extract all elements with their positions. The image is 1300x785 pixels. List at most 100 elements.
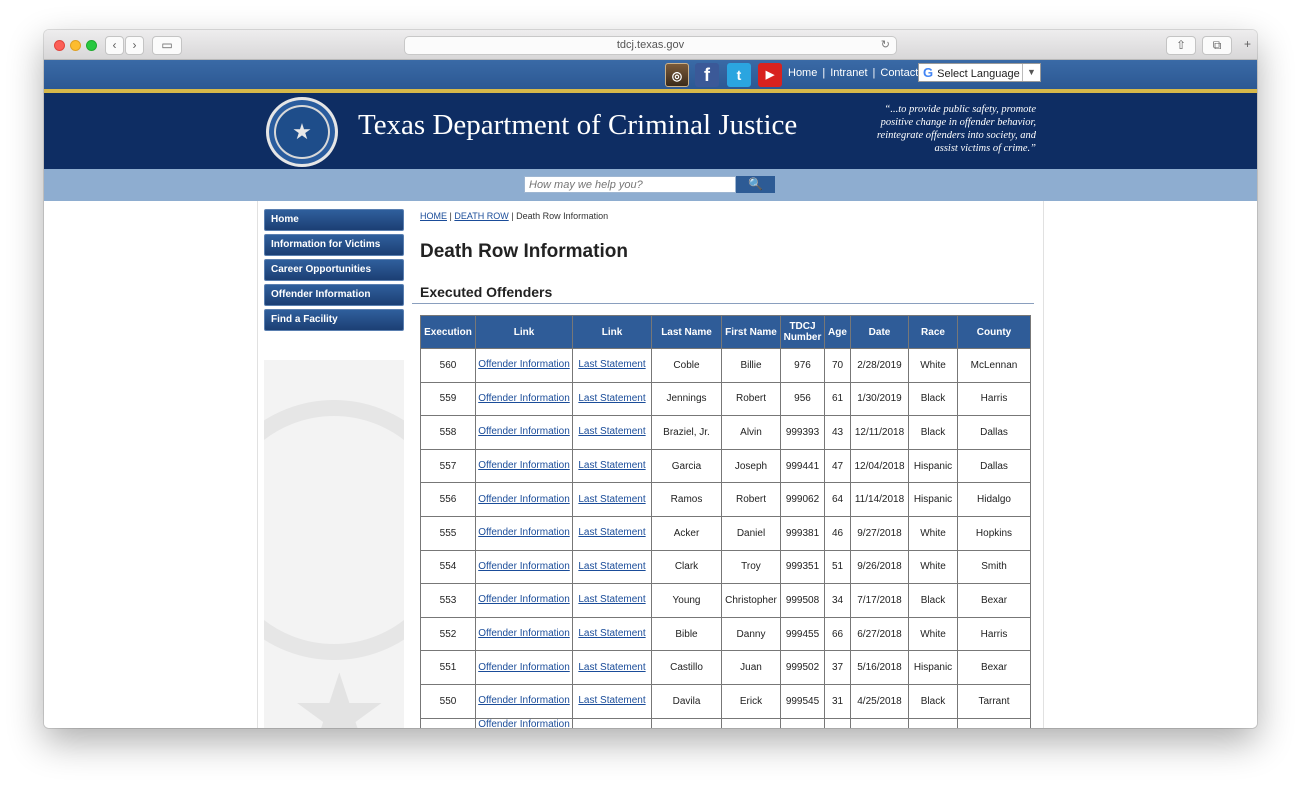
breadcrumb-home-link[interactable]: HOME — [420, 211, 447, 221]
cell-last-name: Braziel, Jr. — [651, 415, 722, 450]
minimize-window-button[interactable] — [70, 40, 81, 51]
cell-tdcj-number: 999455 — [780, 616, 825, 652]
cell-first-name: Christopher — [721, 583, 781, 618]
cell-execution — [420, 717, 476, 728]
new-tab-icon[interactable]: + — [1238, 36, 1257, 55]
offender-information-link[interactable]: Offender Information — [475, 415, 573, 450]
cell-race: White — [908, 515, 958, 551]
offender-information-link[interactable]: Offender Information — [475, 348, 573, 383]
cell-first-name: Troy — [721, 549, 781, 585]
tdcj-seal-logo[interactable]: ★ — [266, 97, 338, 167]
sidebar-item-home[interactable]: Home — [264, 209, 404, 231]
last-statement-link[interactable]: Last Statement — [572, 482, 652, 517]
cell-date: 6/27/2018 — [850, 616, 909, 652]
search-icon[interactable]: 🔍 — [736, 176, 775, 193]
offender-information-link[interactable]: Offender Information — [475, 448, 573, 484]
cell-execution: 553 — [420, 583, 476, 618]
last-statement-link[interactable]: Last Statement — [572, 683, 652, 719]
cell-age: 37 — [824, 650, 851, 685]
tabs-overview-icon[interactable]: ⧉ — [1202, 36, 1232, 55]
offender-information-link[interactable]: Offender Information — [475, 616, 573, 652]
sidebar-item-offender-info[interactable]: Offender Information — [264, 284, 404, 306]
cell-age: 64 — [824, 482, 851, 517]
cell-tdcj-number: 999393 — [780, 415, 825, 450]
offender-information-link[interactable]: Offender Information — [475, 717, 573, 728]
sidebar-item-careers[interactable]: Career Opportunities — [264, 259, 404, 281]
sidebar-item-victims[interactable]: Information for Victims — [264, 234, 404, 256]
cell-county: Dallas — [957, 448, 1031, 484]
cell-county: Hidalgo — [957, 482, 1031, 517]
offender-information-link[interactable]: Offender Information — [475, 515, 573, 551]
language-select[interactable]: G Select Language ▼ — [918, 63, 1041, 82]
forward-icon[interactable]: › — [125, 36, 144, 55]
cell-execution: 560 — [420, 348, 476, 383]
cell-age: 46 — [824, 515, 851, 551]
breadcrumb-current: Death Row Information — [516, 211, 609, 221]
executed-offenders-table-wrap: Execution Link Link Last Name First Name… — [420, 315, 1031, 728]
utility-link-contact[interactable]: Contact — [880, 67, 918, 79]
cell-date: 11/14/2018 — [850, 482, 909, 517]
cell-execution: 555 — [420, 515, 476, 551]
last-statement-link[interactable] — [572, 717, 652, 728]
table-row: 556 Offender Information Last Statement Ram… — [420, 482, 1031, 517]
cell-first-name: Robert — [721, 482, 781, 517]
browser-window: ‹ › ▭ tdcj.texas.gov ↻ ⇧ ⧉ + ◎ f t ▶ Hom… — [44, 30, 1257, 728]
cell-last-name — [651, 717, 722, 728]
sidebar-toggle-icon[interactable]: ▭ — [152, 36, 182, 55]
column-header-tdcj-number: TDCJ Number — [780, 315, 825, 349]
seal-ring-decoration — [264, 400, 404, 660]
close-window-button[interactable] — [54, 40, 65, 51]
cell-race: White — [908, 348, 958, 383]
cell-race: Hispanic — [908, 448, 958, 484]
twitter-icon[interactable]: t — [727, 63, 751, 87]
table-row: 559 Offender Information Last Statement Jen… — [420, 381, 1031, 417]
last-statement-link[interactable]: Last Statement — [572, 583, 652, 618]
last-statement-link[interactable]: Last Statement — [572, 515, 652, 551]
utility-link-intranet[interactable]: Intranet — [830, 67, 867, 79]
cell-age: 34 — [824, 583, 851, 618]
cell-race: White — [908, 549, 958, 585]
cell-first-name: Daniel — [721, 515, 781, 551]
instagram-icon[interactable]: ◎ — [665, 63, 689, 87]
last-statement-link[interactable]: Last Statement — [572, 549, 652, 585]
offender-information-link[interactable]: Offender Information — [475, 650, 573, 685]
cell-last-name: Castillo — [651, 650, 722, 685]
cell-first-name: Alvin — [721, 415, 781, 450]
cell-date: 12/04/2018 — [850, 448, 909, 484]
column-header-execution: Execution — [420, 315, 476, 349]
cell-last-name: Jennings — [651, 381, 722, 417]
cell-race: Black — [908, 381, 958, 417]
last-statement-link[interactable]: Last Statement — [572, 381, 652, 417]
cell-date: 2/28/2019 — [850, 348, 909, 383]
table-row: 551 Offender Information Last Statement Cas… — [420, 650, 1031, 685]
address-bar[interactable]: tdcj.texas.gov ↻ — [404, 36, 897, 55]
offender-information-link[interactable]: Offender Information — [475, 683, 573, 719]
sidebar-item-find-facility[interactable]: Find a Facility — [264, 309, 404, 331]
reload-icon[interactable]: ↻ — [881, 37, 890, 54]
breadcrumb-death-row-link[interactable]: DEATH ROW — [454, 211, 508, 221]
facebook-icon[interactable]: f — [695, 63, 719, 87]
star-decoration: ★ — [290, 653, 389, 729]
last-statement-link[interactable]: Last Statement — [572, 415, 652, 450]
last-statement-link[interactable]: Last Statement — [572, 616, 652, 652]
offender-information-link[interactable]: Offender Information — [475, 482, 573, 517]
site-search-input[interactable] — [524, 176, 736, 193]
offender-information-link[interactable]: Offender Information — [475, 583, 573, 618]
zoom-window-button[interactable] — [86, 40, 97, 51]
offender-information-link[interactable]: Offender Information — [475, 381, 573, 417]
share-icon[interactable]: ⇧ — [1166, 36, 1196, 55]
back-icon[interactable]: ‹ — [105, 36, 124, 55]
cell-date — [850, 717, 909, 728]
cell-date: 7/17/2018 — [850, 583, 909, 618]
offender-information-link[interactable]: Offender Information — [475, 549, 573, 585]
youtube-icon[interactable]: ▶ — [758, 63, 782, 87]
last-statement-link[interactable]: Last Statement — [572, 348, 652, 383]
utility-link-home[interactable]: Home — [788, 67, 817, 79]
last-statement-link[interactable]: Last Statement — [572, 448, 652, 484]
last-statement-link[interactable]: Last Statement — [572, 650, 652, 685]
cell-county: McLennan — [957, 348, 1031, 383]
cell-tdcj-number: 999062 — [780, 482, 825, 517]
cell-last-name: Ramos — [651, 482, 722, 517]
cell-age: 70 — [824, 348, 851, 383]
cell-age: 66 — [824, 616, 851, 652]
